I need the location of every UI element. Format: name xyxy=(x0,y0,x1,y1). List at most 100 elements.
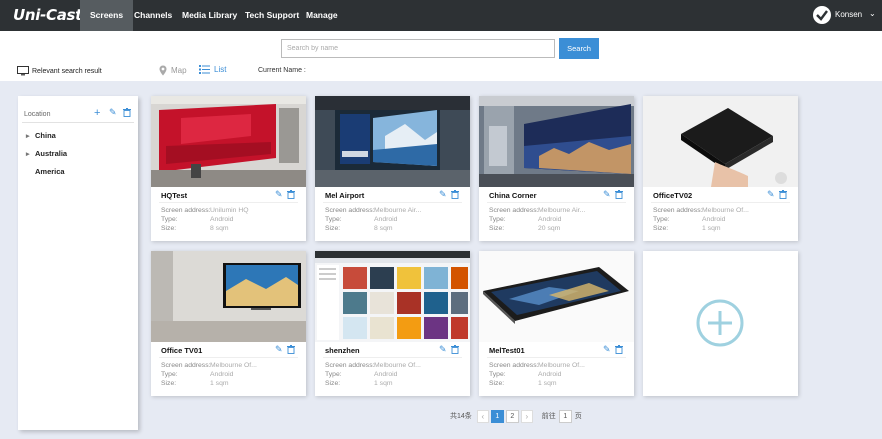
screen-size-row: Size: 1 sqm xyxy=(161,380,229,387)
prev-page-icon[interactable]: ‹ xyxy=(476,409,489,423)
screen-address: Unilumin HQ xyxy=(210,207,249,214)
pagination-total: 共14条 xyxy=(450,413,472,420)
field-label: Type: xyxy=(489,216,506,223)
screen-address-row: Screen address:Melbourne Air... xyxy=(325,207,421,214)
delete-icon[interactable] xyxy=(615,190,623,199)
edit-icon[interactable]: ✎ xyxy=(603,189,611,200)
tab-manage[interactable]: Manage xyxy=(296,0,348,31)
list-view-toggle[interactable]: List xyxy=(199,65,226,74)
field-label: Size: xyxy=(489,380,505,387)
screen-name: Office TV01 xyxy=(161,346,203,355)
location-item-china[interactable]: ▸ China xyxy=(26,131,56,140)
field-label: Screen address: xyxy=(653,207,703,214)
field-label: Type: xyxy=(325,371,342,378)
screen-thumbnail xyxy=(315,96,470,187)
screen-thumbnail xyxy=(643,96,798,187)
goto-label: 前往 xyxy=(541,413,556,420)
screen-card[interactable]: China Corner ✎ Screen address:Melbourne … xyxy=(479,96,634,241)
location-label: Australia xyxy=(35,149,68,158)
screen-address-row: Screen address:Melbourne Of... xyxy=(653,207,749,214)
field-label: Screen address: xyxy=(489,207,539,214)
screen-name: OfficeTV02 xyxy=(653,191,693,200)
delete-icon[interactable] xyxy=(287,190,295,199)
screen-address: Melbourne Of... xyxy=(374,362,421,369)
divider xyxy=(159,357,298,358)
search-band: Search Relevant search result Map List C… xyxy=(0,31,882,81)
edit-icon[interactable]: ✎ xyxy=(767,189,775,200)
edit-icon[interactable]: ✎ xyxy=(603,344,611,355)
screen-type: Android xyxy=(210,216,234,223)
field-label: Size: xyxy=(489,225,505,232)
map-label: Map xyxy=(171,66,187,75)
screen-type-row: Type: Android xyxy=(161,371,233,378)
delete-icon[interactable] xyxy=(779,190,787,199)
screen-address: Melbourne Of... xyxy=(210,362,257,369)
screen-thumbnail xyxy=(151,251,306,342)
field-label: Size: xyxy=(653,225,669,232)
divider xyxy=(487,357,626,358)
app-logo[interactable]: Uni-Cast xyxy=(13,6,82,24)
screen-card[interactable]: HQTest ✎ Screen address:Unilumin HQ Type… xyxy=(151,96,306,241)
caret-right-icon: ▸ xyxy=(26,132,30,140)
delete-icon[interactable] xyxy=(451,190,459,199)
screen-name: shenzhen xyxy=(325,346,360,355)
screen-card[interactable]: OfficeTV02 ✎ Screen address:Melbourne Of… xyxy=(643,96,798,241)
location-item-america[interactable]: America xyxy=(26,167,65,176)
screen-type: Android xyxy=(538,216,562,223)
screen-size: 8 sqm xyxy=(374,225,393,232)
screen-size: 1 sqm xyxy=(538,380,557,387)
relevant-label: Relevant search result xyxy=(32,67,102,75)
delete-location-icon[interactable] xyxy=(123,108,131,117)
location-sidebar: Location + ✎ ▸ China ▸ Australia America xyxy=(18,96,138,430)
edit-icon[interactable]: ✎ xyxy=(275,344,283,355)
screen-name: MelTest01 xyxy=(489,346,525,355)
user-menu[interactable]: Konsen ⌄ xyxy=(812,0,882,31)
search-input[interactable] xyxy=(281,39,555,58)
page-button-1[interactable]: 1 xyxy=(490,409,504,423)
location-header: Location xyxy=(24,111,51,118)
screen-name: HQTest xyxy=(161,191,188,200)
screen-thumbnail xyxy=(315,251,470,342)
location-label: China xyxy=(35,131,56,140)
screen-type-row: Type: Android xyxy=(489,216,561,223)
screen-type-row: Type: Android xyxy=(489,371,561,378)
field-label: Size: xyxy=(325,225,341,232)
screen-address-row: Screen address:Melbourne Air... xyxy=(489,207,585,214)
screen-card[interactable]: Office TV01 ✎ Screen address:Melbourne O… xyxy=(151,251,306,396)
screen-address-row: Screen address:Melbourne Of... xyxy=(161,362,257,369)
relevant-search-result: Relevant search result xyxy=(17,66,102,76)
screen-card[interactable]: shenzhen ✎ Screen address:Melbourne Of..… xyxy=(315,251,470,396)
field-label: Type: xyxy=(489,371,506,378)
top-nav: Uni-Cast Screens Channels Media Library … xyxy=(0,0,882,31)
edit-location-icon[interactable]: ✎ xyxy=(109,107,117,118)
map-view-toggle[interactable]: Map xyxy=(159,65,187,76)
screen-type-row: Type: Android xyxy=(325,371,397,378)
screen-card[interactable]: MelTest01 ✎ Screen address:Melbourne Of.… xyxy=(479,251,634,396)
screen-size-row: Size: 8 sqm xyxy=(161,225,229,232)
screen-name: Mel Airport xyxy=(325,191,365,200)
goto-page-input[interactable]: 1 xyxy=(558,409,572,423)
field-label: Screen address: xyxy=(325,207,375,214)
divider xyxy=(323,202,462,203)
page-unit-label: 页 xyxy=(574,413,582,420)
search-button[interactable]: Search xyxy=(559,38,599,59)
divider xyxy=(323,357,462,358)
list-label: List xyxy=(214,65,227,74)
add-screen-card[interactable] xyxy=(643,251,798,396)
screen-size-row: Size: 1 sqm xyxy=(653,225,721,232)
divider xyxy=(651,202,790,203)
screen-type-row: Type: Android xyxy=(161,216,233,223)
delete-icon[interactable] xyxy=(287,345,295,354)
screen-size-row: Size: 8 sqm xyxy=(325,225,393,232)
page-button-2[interactable]: 2 xyxy=(505,409,519,423)
delete-icon[interactable] xyxy=(451,345,459,354)
edit-icon[interactable]: ✎ xyxy=(439,189,447,200)
field-label: Screen address: xyxy=(161,207,211,214)
edit-icon[interactable]: ✎ xyxy=(275,189,283,200)
edit-icon[interactable]: ✎ xyxy=(439,344,447,355)
add-location-icon[interactable]: + xyxy=(94,107,100,119)
next-page-icon[interactable]: › xyxy=(520,409,533,423)
location-item-australia[interactable]: ▸ Australia xyxy=(26,149,67,158)
screen-card[interactable]: Mel Airport ✎ Screen address:Melbourne A… xyxy=(315,96,470,241)
delete-icon[interactable] xyxy=(615,345,623,354)
